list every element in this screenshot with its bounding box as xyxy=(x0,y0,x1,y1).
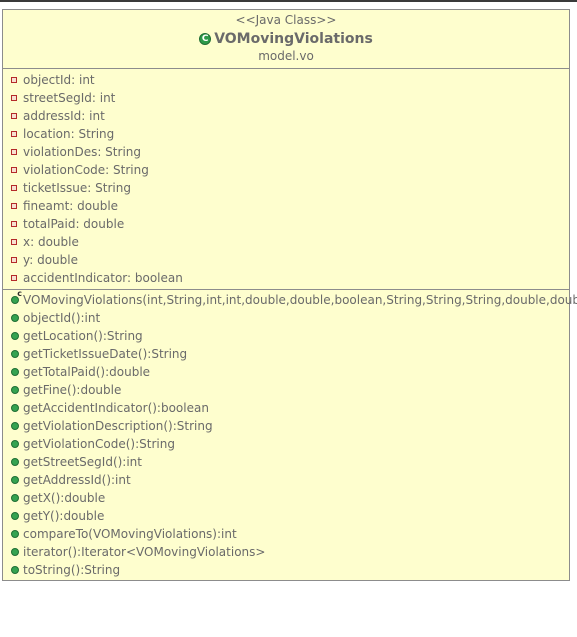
private-field-icon xyxy=(11,275,17,281)
field-item[interactable]: totalPaid: double xyxy=(3,215,569,233)
method-item[interactable]: getStreetSegId():int xyxy=(3,453,569,471)
field-label: fineamt: double xyxy=(23,199,119,213)
class-header: <<Java Class>> C VOMovingViolations mode… xyxy=(3,10,569,69)
method-label: getX():double xyxy=(23,491,106,505)
fields-compartment: objectId: int streetSegId: int addressId… xyxy=(3,69,569,290)
method-item[interactable]: getTicketIssueDate():String xyxy=(3,345,569,363)
private-field-icon xyxy=(11,167,17,173)
field-label: violationCode: String xyxy=(23,163,149,177)
public-method-icon xyxy=(11,386,19,394)
private-field-icon xyxy=(11,239,17,245)
class-stereotype: <<Java Class>> xyxy=(235,13,337,27)
public-method-icon xyxy=(11,494,19,502)
method-label: getFine():double xyxy=(23,383,122,397)
field-item[interactable]: addressId: int xyxy=(3,107,569,125)
method-label: getStreetSegId():int xyxy=(23,455,142,469)
field-item[interactable]: accidentIndicator: boolean xyxy=(3,269,569,287)
private-field-icon xyxy=(11,185,17,191)
field-label: violationDes: String xyxy=(23,145,141,159)
method-label: iterator():Iterator<VOMovingViolations> xyxy=(23,545,266,559)
method-item[interactable]: getY():double xyxy=(3,507,569,525)
field-label: y: double xyxy=(23,253,78,267)
field-item[interactable]: fineamt: double xyxy=(3,197,569,215)
method-label: getAddressId():int xyxy=(23,473,131,487)
method-item[interactable]: iterator():Iterator<VOMovingViolations> xyxy=(3,543,569,561)
field-label: location: String xyxy=(23,127,115,141)
constructor-icon xyxy=(11,290,22,304)
field-label: accidentIndicator: boolean xyxy=(23,271,183,285)
public-method-icon xyxy=(11,476,19,484)
public-method-icon xyxy=(11,422,19,430)
field-label: totalPaid: double xyxy=(23,217,125,231)
private-field-icon xyxy=(11,149,17,155)
private-field-icon xyxy=(11,95,17,101)
method-label: getTicketIssueDate():String xyxy=(23,347,188,361)
field-item[interactable]: violationCode: String xyxy=(3,161,569,179)
method-item[interactable]: getX():double xyxy=(3,489,569,507)
field-item[interactable]: objectId: int xyxy=(3,71,569,89)
method-item[interactable]: objectId():int xyxy=(3,309,569,327)
private-field-icon xyxy=(11,113,17,119)
method-item[interactable]: getAddressId():int xyxy=(3,471,569,489)
field-item[interactable]: ticketIssue: String xyxy=(3,179,569,197)
method-item[interactable]: toString():String xyxy=(3,561,569,579)
method-label: getViolationCode():String xyxy=(23,437,175,451)
method-label: getAccidentIndicator():boolean xyxy=(23,401,209,415)
field-label: streetSegId: int xyxy=(23,91,116,105)
constructor-item[interactable]: VOMovingViolations(int,String,int,int,do… xyxy=(3,290,577,309)
method-item[interactable]: getViolationCode():String xyxy=(3,435,569,453)
field-item[interactable]: violationDes: String xyxy=(3,143,569,161)
field-label: objectId: int xyxy=(23,73,95,87)
public-method-icon xyxy=(11,548,19,556)
field-item[interactable]: x: double xyxy=(3,233,569,251)
field-label: addressId: int xyxy=(23,109,105,123)
method-item[interactable]: getTotalPaid():double xyxy=(3,363,569,381)
field-label: x: double xyxy=(23,235,79,249)
uml-class-box[interactable]: <<Java Class>> C VOMovingViolations mode… xyxy=(2,9,577,581)
public-method-icon xyxy=(11,350,19,358)
method-item[interactable]: getFine():double xyxy=(3,381,569,399)
method-item[interactable]: getLocation():String xyxy=(3,327,569,345)
class-package: model.vo xyxy=(258,49,314,63)
method-label: getViolationDescription():String xyxy=(23,419,213,433)
method-label: getLocation():String xyxy=(23,329,143,343)
public-method-icon xyxy=(11,458,19,466)
private-field-icon xyxy=(11,77,17,83)
constructor-label: VOMovingViolations(int,String,int,int,do… xyxy=(23,293,577,307)
method-label: objectId():int xyxy=(23,311,101,325)
private-field-icon xyxy=(11,131,17,137)
method-label: getY():double xyxy=(23,509,105,523)
class-name-row: C VOMovingViolations xyxy=(3,28,569,49)
method-item[interactable]: getViolationDescription():String xyxy=(3,417,569,435)
public-method-icon xyxy=(11,512,19,520)
window-top-border xyxy=(0,0,577,2)
private-field-icon xyxy=(11,257,17,263)
method-label: getTotalPaid():double xyxy=(23,365,151,379)
class-name: VOMovingViolations xyxy=(214,30,373,47)
method-item[interactable]: getAccidentIndicator():boolean xyxy=(3,399,569,417)
field-item[interactable]: streetSegId: int xyxy=(3,89,569,107)
class-c-icon: C xyxy=(199,32,212,45)
field-item[interactable]: y: double xyxy=(3,251,569,269)
field-label: ticketIssue: String xyxy=(23,181,131,195)
private-field-icon xyxy=(11,221,17,227)
public-method-icon xyxy=(11,566,19,574)
public-method-icon xyxy=(11,440,19,448)
method-label: toString():String xyxy=(23,563,121,577)
method-item[interactable]: compareTo(VOMovingViolations):int xyxy=(3,525,569,543)
public-method-icon xyxy=(11,314,19,322)
private-field-icon xyxy=(11,203,17,209)
method-label: compareTo(VOMovingViolations):int xyxy=(23,527,237,541)
public-method-icon xyxy=(11,530,19,538)
public-method-icon xyxy=(11,404,19,412)
public-method-icon xyxy=(11,368,19,376)
methods-compartment: VOMovingViolations(int,String,int,int,do… xyxy=(3,290,577,579)
public-method-icon xyxy=(11,332,19,340)
field-item[interactable]: location: String xyxy=(3,125,569,143)
